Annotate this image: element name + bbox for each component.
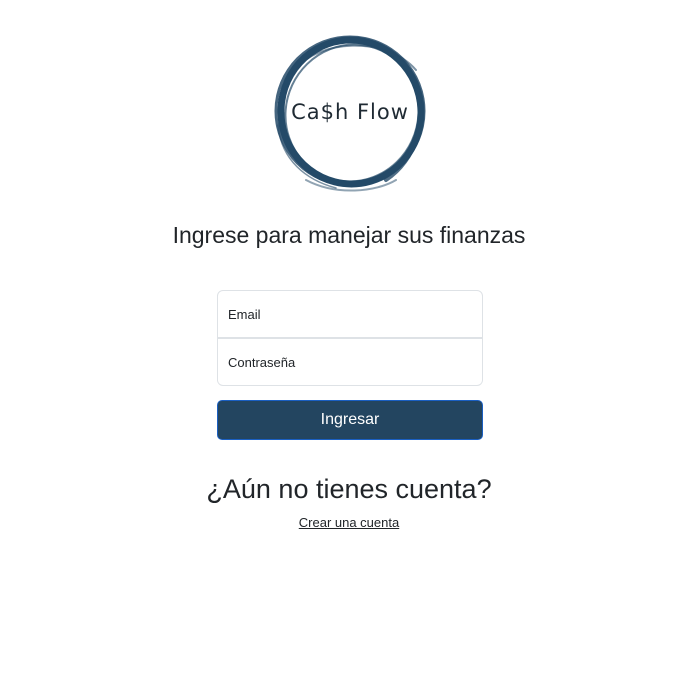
password-field[interactable]	[217, 338, 483, 386]
page-title: Ingrese para manejar sus finanzas	[172, 222, 526, 248]
login-button[interactable]: Ingresar	[217, 400, 483, 440]
create-account-link[interactable]: Crear una cuenta	[299, 515, 399, 530]
logo-text: Ca$h Flow	[291, 100, 409, 124]
login-page: Ca$h Flow Ingrese para manejar sus finan…	[0, 0, 698, 696]
signup-question: ¿Aún no tienes cuenta?	[206, 474, 492, 504]
login-form	[217, 290, 483, 386]
signup-link-container: Crear una cuenta	[0, 515, 698, 530]
email-field[interactable]	[217, 290, 483, 338]
cash-flow-logo: Ca$h Flow	[266, 30, 434, 194]
